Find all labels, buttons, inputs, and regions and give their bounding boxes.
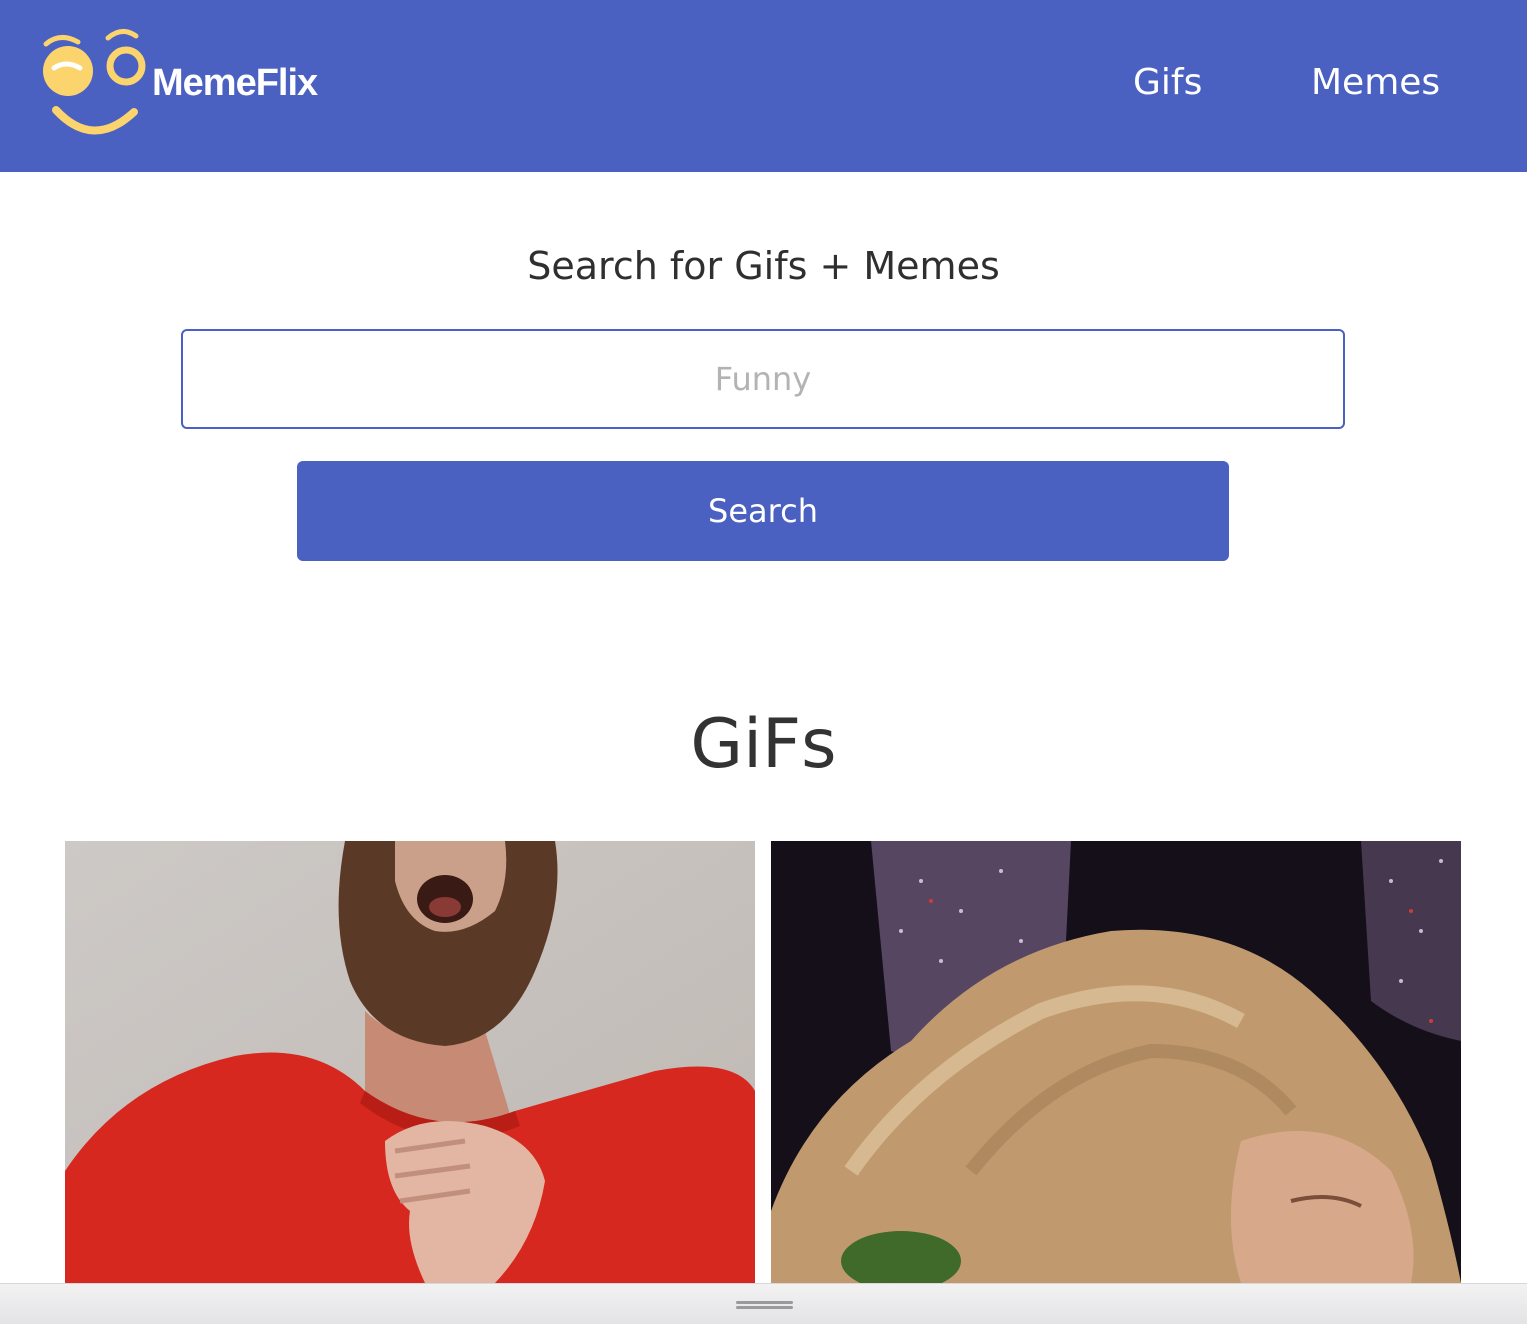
search-heading: Search for Gifs + Memes <box>527 244 1000 288</box>
smiley-face-icon <box>43 29 146 135</box>
nav-link-memes[interactable]: Memes <box>1311 58 1440 108</box>
navbar: MemeFlix Gifs Memes <box>0 0 1527 172</box>
drag-handle-icon[interactable] <box>736 1301 793 1309</box>
bottom-resize-bar <box>0 1283 1527 1324</box>
search-button[interactable]: Search <box>297 461 1229 561</box>
blonde-woman-gif-image <box>771 841 1461 1283</box>
nav-link-gifs[interactable]: Gifs <box>1133 58 1202 108</box>
search-input[interactable] <box>181 329 1345 429</box>
gif-card-1[interactable] <box>65 841 755 1283</box>
gifs-section-heading: GiFs <box>690 705 837 784</box>
gif-card-2[interactable] <box>771 841 1461 1283</box>
brand-name: MemeFlix <box>152 62 318 104</box>
memeflix-logo[interactable]: MemeFlix <box>38 24 338 144</box>
laughing-man-gif-image <box>65 841 755 1283</box>
